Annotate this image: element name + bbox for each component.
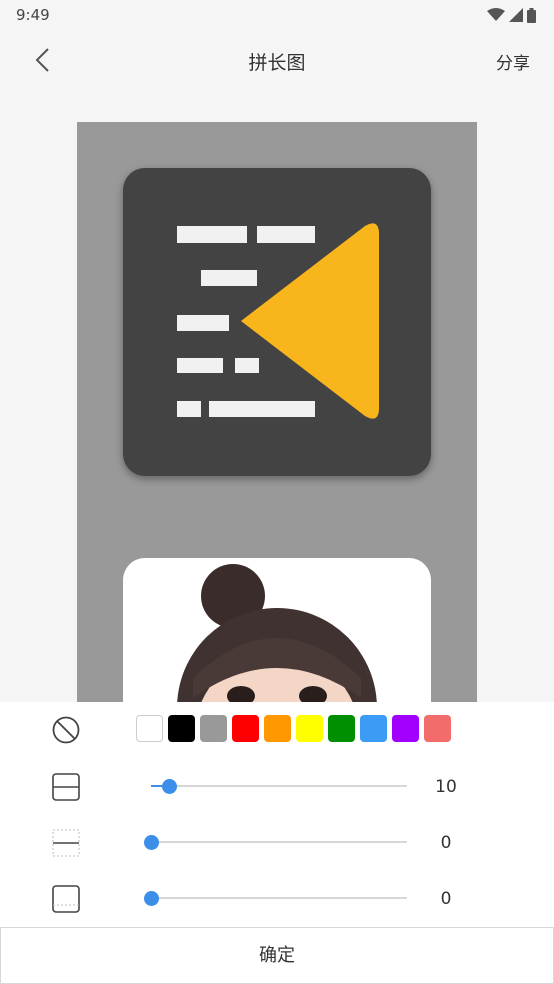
slider-thumb[interactable] bbox=[144, 835, 159, 850]
image-preview[interactable] bbox=[77, 122, 477, 702]
color-swatch[interactable] bbox=[200, 715, 227, 742]
status-bar: 9:49 bbox=[0, 0, 554, 30]
spacing-row: 10 bbox=[0, 759, 554, 815]
battery-icon bbox=[527, 7, 536, 23]
slider-thumb[interactable] bbox=[161, 779, 177, 794]
vertical-margin-value: 0 bbox=[440, 889, 452, 909]
color-swatch[interactable] bbox=[360, 715, 387, 742]
horizontal-margin-row: 0 bbox=[0, 815, 554, 871]
slider-track bbox=[151, 841, 407, 843]
spacing-slider[interactable] bbox=[151, 779, 407, 794]
color-swatch[interactable] bbox=[136, 715, 163, 742]
status-time: 9:49 bbox=[16, 6, 50, 24]
vertical-margin-row: 0 bbox=[0, 871, 554, 927]
color-swatch[interactable] bbox=[296, 715, 323, 742]
app-logo-icon bbox=[177, 223, 379, 419]
color-swatch-list bbox=[136, 715, 451, 742]
vertical-margin-icon bbox=[50, 883, 82, 915]
slider-thumb[interactable] bbox=[144, 891, 159, 906]
status-icons bbox=[487, 7, 536, 23]
share-button[interactable]: 分享 bbox=[496, 49, 530, 74]
confirm-button[interactable]: 确定 bbox=[0, 927, 554, 984]
avatar-illustration-icon bbox=[177, 564, 377, 702]
horizontal-margin-value: 0 bbox=[440, 833, 452, 853]
app-bar: 拼长图 分享 bbox=[0, 30, 554, 90]
page-title: 拼长图 bbox=[248, 52, 306, 74]
horizontal-margin-slider[interactable] bbox=[144, 835, 407, 850]
slider-track bbox=[151, 897, 407, 899]
color-swatch[interactable] bbox=[264, 715, 291, 742]
color-swatch[interactable] bbox=[232, 715, 259, 742]
no-color-icon[interactable] bbox=[50, 714, 82, 746]
spacing-icon bbox=[50, 771, 82, 803]
color-swatch[interactable] bbox=[328, 715, 355, 742]
signal-icon bbox=[509, 8, 523, 22]
color-swatch[interactable] bbox=[392, 715, 419, 742]
slider-track bbox=[151, 785, 407, 787]
wifi-icon bbox=[487, 8, 505, 21]
background-color-row bbox=[0, 702, 554, 758]
color-swatch[interactable] bbox=[424, 715, 451, 742]
vertical-margin-slider[interactable] bbox=[144, 891, 407, 906]
spacing-value: 10 bbox=[435, 777, 457, 797]
color-swatch[interactable] bbox=[168, 715, 195, 742]
preview-image-app-icon bbox=[123, 168, 431, 476]
preview-image-avatar bbox=[123, 558, 431, 702]
horizontal-margin-icon bbox=[50, 827, 82, 859]
